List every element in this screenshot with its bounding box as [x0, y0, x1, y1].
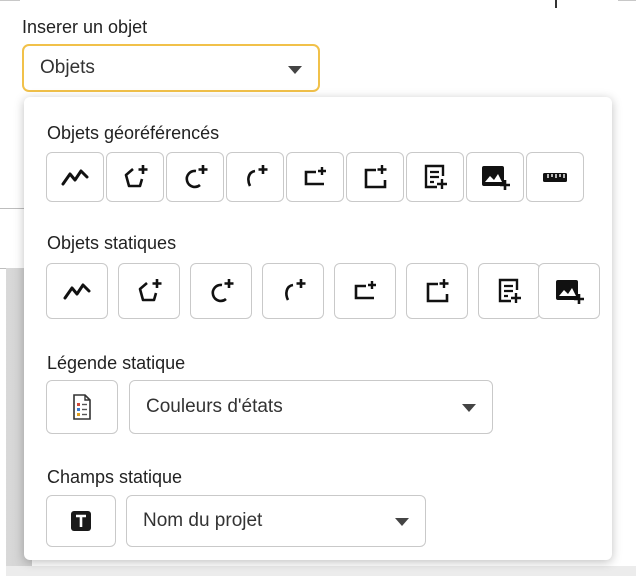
rect-small-add-icon	[304, 167, 326, 186]
rect-add-icon	[426, 279, 449, 303]
arc-add-icon	[185, 165, 208, 189]
georef-circle-add-button[interactable]	[226, 152, 284, 202]
circle-add-icon	[285, 279, 306, 301]
insert-object-dropdown: Objets géoréférencés Objets statiques Lé…	[24, 97, 612, 560]
background-marker	[555, 0, 557, 8]
background-divider	[618, 0, 636, 1]
arc-add-icon	[211, 279, 234, 303]
static-section-title: Objets statiques	[47, 233, 177, 253]
background-panel	[6, 566, 636, 576]
insert-object-select-value: Objets	[40, 57, 95, 78]
ruler-icon	[543, 173, 567, 182]
georef-rect-small-add-button[interactable]	[286, 152, 344, 202]
circle-add-icon	[247, 165, 268, 187]
georef-rect-add-button[interactable]	[346, 152, 404, 202]
static-circle-add-button[interactable]	[262, 263, 324, 319]
static-polygon-add-button[interactable]	[118, 263, 180, 319]
georef-arc-add-button[interactable]	[166, 152, 224, 202]
fields-section-title: Champs statique	[47, 467, 183, 487]
rect-small-add-icon	[354, 281, 376, 300]
rect-add-icon	[364, 165, 387, 189]
legend-type-select-value: Couleurs d'états	[146, 396, 283, 417]
text-add-icon	[424, 164, 447, 189]
polygon-add-icon	[138, 279, 162, 302]
legend-type-select[interactable]: Couleurs d'états	[129, 380, 493, 434]
field-type-select[interactable]: Nom du projet	[126, 495, 426, 547]
insert-object-select[interactable]: Objets	[22, 44, 320, 92]
polygon-add-icon	[124, 165, 148, 188]
insert-object-label: Inserer un objet	[22, 17, 148, 37]
georef-polyline-button[interactable]	[46, 152, 104, 202]
background-divider	[0, 0, 20, 1]
chevron-down-icon	[288, 66, 302, 74]
field-insert-button[interactable]	[46, 495, 116, 547]
polyline-icon	[61, 169, 89, 186]
georef-image-add-button[interactable]	[466, 152, 524, 202]
field-type-select-value: Nom du projet	[143, 510, 263, 531]
legend-document-icon	[73, 394, 91, 420]
static-text-add-button[interactable]	[478, 263, 540, 319]
polyline-icon	[63, 283, 91, 300]
static-rect-small-add-button[interactable]	[334, 263, 396, 319]
static-arc-add-button[interactable]	[190, 263, 252, 319]
chevron-down-icon	[395, 518, 409, 526]
georef-text-add-button[interactable]	[406, 152, 464, 202]
image-add-icon	[556, 280, 584, 304]
image-add-icon	[482, 166, 510, 190]
static-image-add-button[interactable]	[538, 263, 600, 319]
text-add-icon	[498, 278, 521, 303]
chevron-down-icon	[462, 404, 476, 412]
text-field-icon	[71, 511, 91, 531]
georef-polygon-add-button[interactable]	[106, 152, 164, 202]
static-polyline-button[interactable]	[46, 263, 108, 319]
background-divider	[0, 208, 24, 209]
georef-ruler-button[interactable]	[526, 152, 584, 202]
legend-insert-button[interactable]	[46, 380, 118, 434]
georef-section-title: Objets géoréférencés	[47, 123, 220, 143]
legend-section-title: Légende statique	[47, 353, 186, 373]
static-rect-add-button[interactable]	[406, 263, 468, 319]
